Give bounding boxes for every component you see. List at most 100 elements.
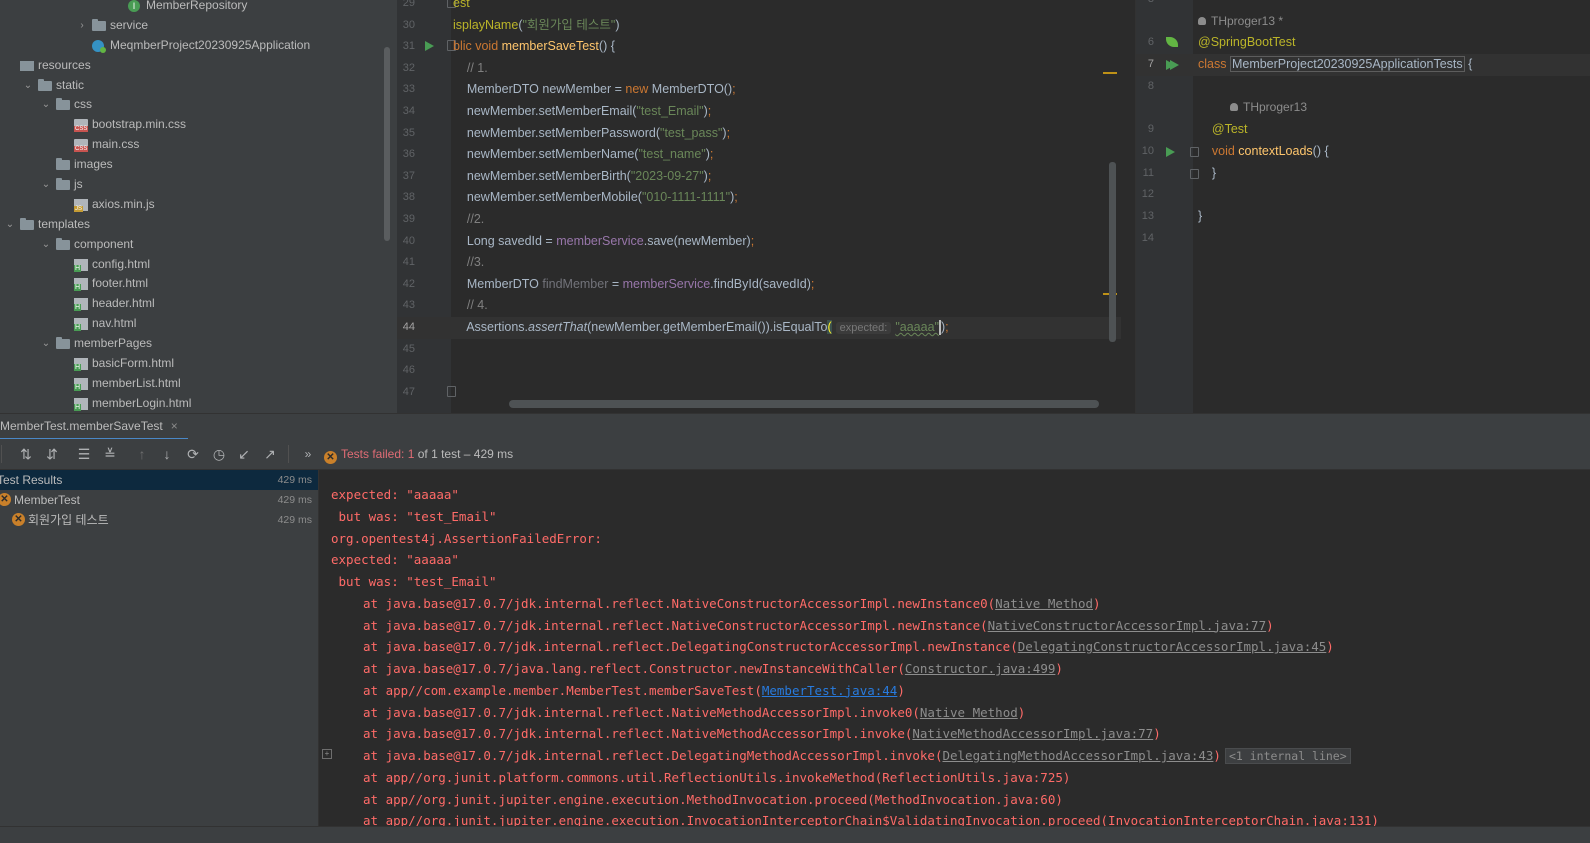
- sort-by-duration-icon[interactable]: ⇵: [42, 444, 62, 464]
- close-icon[interactable]: ×: [171, 419, 178, 433]
- test-result-item[interactable]: ✕ MemberTest 429 ms: [0, 490, 318, 510]
- code-line[interactable]: 39 //2.: [397, 209, 1121, 231]
- code-line[interactable]: 31 blic void memberSaveTest() {: [397, 36, 1121, 58]
- test-result-item[interactable]: Test Results 429 ms: [0, 470, 318, 490]
- code-line[interactable]: 9 @Test: [1136, 119, 1590, 141]
- code-line[interactable]: 7 class MemberProject20230925ApplicationT…: [1136, 54, 1590, 76]
- tree-item[interactable]: memberList.html: [0, 374, 392, 394]
- code-area[interactable]: 3 THproger13 * 6 @SpringBootTest 7 class Memb…: [1136, 0, 1590, 249]
- tree-item[interactable]: config.html: [0, 255, 392, 275]
- tree-item[interactable]: ⌄ templates: [0, 215, 392, 235]
- tree-item[interactable]: MeqmberProject20230925Application: [0, 36, 392, 56]
- tree-item[interactable]: main.css: [0, 135, 392, 155]
- code-author-hint[interactable]: THproger13: [1243, 100, 1307, 114]
- stack-frame-link[interactable]: DelegatingConstructorAccessorImpl.java:4…: [1018, 639, 1327, 654]
- code-author-hint[interactable]: THproger13 *: [1211, 14, 1283, 28]
- stack-frame-link[interactable]: MemberTest.java:44: [762, 683, 897, 698]
- run-test-icon[interactable]: [1166, 146, 1175, 157]
- run-tab[interactable]: MemberTest.memberSaveTest ×: [0, 414, 188, 441]
- fold-icon[interactable]: [447, 385, 456, 397]
- project-tree-scrollbar[interactable]: [384, 47, 390, 241]
- code-line[interactable]: 10 void contextLoads() {: [1136, 141, 1590, 163]
- code-line[interactable]: 11 }: [1136, 163, 1590, 185]
- code-line[interactable]: 8: [1136, 76, 1590, 98]
- sort-alphabetically-icon[interactable]: ⇅: [16, 444, 36, 464]
- tree-item[interactable]: MemberRepository: [0, 0, 392, 16]
- stack-frame-link[interactable]: NativeConstructorAccessorImpl.java:77: [988, 618, 1266, 633]
- chevron-down-icon[interactable]: ⌄: [40, 235, 52, 255]
- run-test-icon[interactable]: [425, 41, 434, 52]
- stack-frame-link[interactable]: NativeMethodAccessorImpl.java:77: [912, 726, 1153, 741]
- code-line[interactable]: THproger13: [1136, 97, 1590, 119]
- tree-item[interactable]: ⌄ css: [0, 95, 392, 115]
- code-line[interactable]: 40 Long savedId = memberService.save(new…: [397, 231, 1121, 253]
- code-line[interactable]: 13}: [1136, 206, 1590, 228]
- tree-item[interactable]: ⌄ component: [0, 235, 392, 255]
- tree-item[interactable]: header.html: [0, 294, 392, 314]
- code-line[interactable]: 44 Assertions.assertThat(newMember.getMe…: [397, 316, 1121, 339]
- code-line[interactable]: 30 isplayName("회원가입 테스트"): [397, 15, 1121, 37]
- collapse-all-icon[interactable]: ≚: [100, 444, 120, 464]
- code-line[interactable]: 45: [397, 339, 1121, 361]
- code-line[interactable]: 37 newMember.setMemberBirth("2023-09-27"…: [397, 166, 1121, 188]
- previous-failed-test-icon[interactable]: ↑: [132, 444, 152, 464]
- code-editor-application-tests[interactable]: 3 THproger13 * 6 @SpringBootTest 7 class Memb…: [1135, 0, 1590, 413]
- code-line[interactable]: THproger13 *: [1136, 11, 1590, 33]
- stack-frame-link[interactable]: DelegatingMethodAccessorImpl.java:43: [942, 748, 1213, 763]
- test-console-output[interactable]: expected: "aaaaa" but was: "test_Email" o…: [319, 470, 1590, 826]
- tree-item[interactable]: › service: [0, 16, 392, 36]
- code-area[interactable]: 29 est 30 isplayName("회원가입 테스트") 31 blic void…: [397, 0, 1121, 403]
- code-line[interactable]: 6 @SpringBootTest: [1136, 32, 1590, 54]
- editor-horizontal-scrollbar[interactable]: [509, 400, 1099, 408]
- tree-item[interactable]: ⌄ js: [0, 175, 392, 195]
- code-line[interactable]: 38 newMember.setMemberMobile("010-1111-1…: [397, 187, 1121, 209]
- code-editor-member-test[interactable]: 29 est 30 isplayName("회원가입 테스트") 31 blic void…: [397, 0, 1121, 413]
- tree-item[interactable]: memberLogin.html: [0, 394, 392, 413]
- warning-stripe-marker[interactable]: [1103, 72, 1117, 74]
- test-result-item[interactable]: ✕ 회원가입 테스트 429 ms: [0, 510, 318, 530]
- export-test-results-icon[interactable]: ↗: [260, 444, 280, 464]
- editor-vertical-scrollbar[interactable]: [1109, 162, 1116, 342]
- code-line[interactable]: 41 //3.: [397, 252, 1121, 274]
- tree-item[interactable]: bootstrap.min.css: [0, 115, 392, 135]
- chevron-right-icon[interactable]: ›: [76, 16, 88, 36]
- code-line[interactable]: 35 newMember.setMemberPassword("test_pas…: [397, 123, 1121, 145]
- stack-frame-link[interactable]: Native Method: [920, 705, 1018, 720]
- tree-item[interactable]: ⌄ static: [0, 76, 392, 96]
- code-line[interactable]: 43 // 4.: [397, 295, 1121, 317]
- import-tests-icon[interactable]: ⟳: [183, 444, 203, 464]
- code-line[interactable]: 29 est: [397, 0, 1121, 15]
- chevron-down-icon[interactable]: ⌄: [40, 95, 52, 115]
- test-history-icon[interactable]: ◷: [209, 444, 229, 464]
- chevron-down-icon[interactable]: ⌄: [22, 76, 34, 96]
- chevron-down-icon[interactable]: ⌄: [40, 334, 52, 354]
- tree-item[interactable]: axios.min.js: [0, 195, 392, 215]
- tree-item[interactable]: ⌄ memberPages: [0, 334, 392, 354]
- chevron-down-icon[interactable]: ⌄: [40, 175, 52, 195]
- code-line[interactable]: 34 newMember.setMemberEmail("test_Email"…: [397, 101, 1121, 123]
- more-actions-chevron-icon[interactable]: »: [298, 444, 318, 464]
- code-line[interactable]: 46: [397, 360, 1121, 382]
- chevron-down-icon[interactable]: ⌄: [4, 215, 16, 235]
- tree-item[interactable]: nav.html: [0, 314, 392, 334]
- expand-frames-icon[interactable]: +: [322, 749, 332, 759]
- code-line[interactable]: 33 MemberDTO newMember = new MemberDTO()…: [397, 79, 1121, 101]
- tree-item[interactable]: images: [0, 155, 392, 175]
- code-line[interactable]: 36 newMember.setMemberName("test_name");: [397, 144, 1121, 166]
- tree-item[interactable]: footer.html: [0, 274, 392, 294]
- next-failed-test-icon[interactable]: ↓: [157, 444, 177, 464]
- tree-item[interactable]: basicForm.html: [0, 354, 392, 374]
- code-line[interactable]: 3: [1136, 0, 1590, 11]
- tree-item[interactable]: resources: [0, 56, 392, 76]
- code-line[interactable]: 12: [1136, 184, 1590, 206]
- stack-frame-link[interactable]: Native Method: [995, 596, 1093, 611]
- code-line[interactable]: 14: [1136, 228, 1590, 250]
- internal-lines-badge[interactable]: <1 internal line>: [1224, 748, 1351, 764]
- code-line[interactable]: 42 MemberDTO findMember = memberService.…: [397, 274, 1121, 296]
- spring-bean-icon[interactable]: [1166, 37, 1178, 48]
- run-all-tests-icon[interactable]: [1166, 60, 1179, 71]
- expand-all-icon[interactable]: ☰: [74, 444, 94, 464]
- code-line[interactable]: 32 // 1.: [397, 58, 1121, 80]
- stack-frame-link[interactable]: Constructor.java:499: [905, 661, 1056, 676]
- import-test-results-icon[interactable]: ↙: [234, 444, 254, 464]
